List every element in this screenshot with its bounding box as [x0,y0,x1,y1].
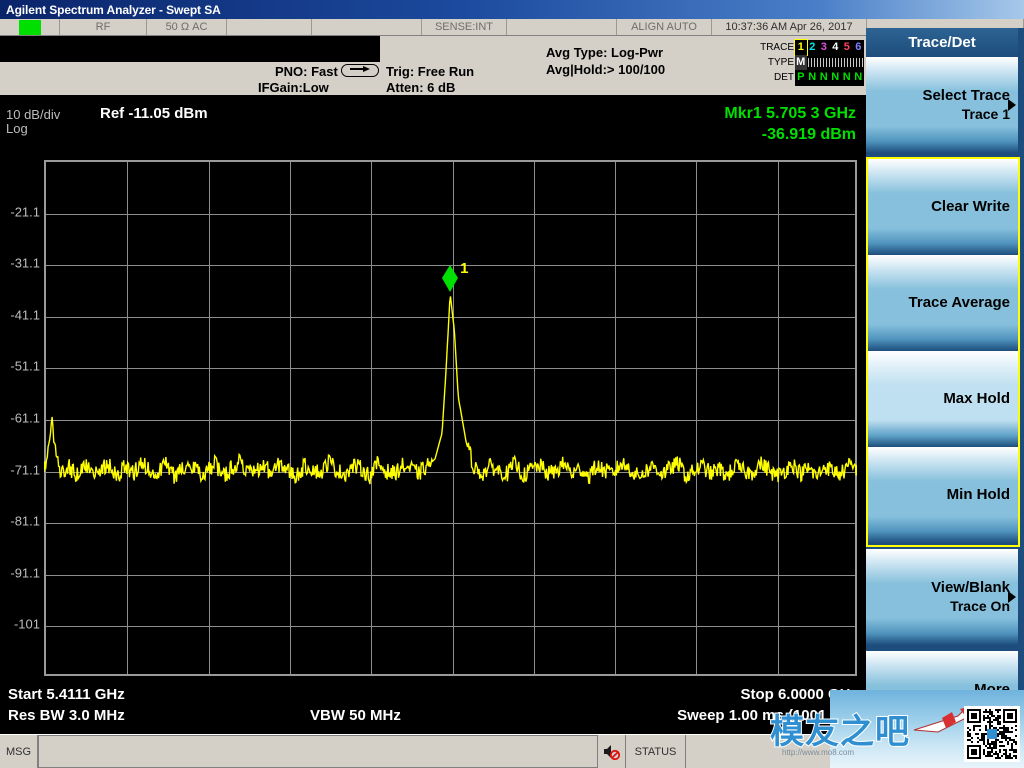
lxi-badge [18,19,41,35]
ifgain-label: IFGain:Low [258,80,329,95]
type-waveform-icon [807,58,864,67]
trace-cell-1[interactable]: 1 [794,39,808,56]
pno-label: PNO: Fast [275,64,338,79]
status-cell-rf: RF [60,19,147,35]
status-cell-datetime: 10:37:36 AM Apr 26, 2017 [712,19,867,35]
y-axis-tick-label: -21.1 [10,204,40,220]
status-cell-impedance: 50 Ω AC [147,19,227,35]
softkey-select-trace-value: Trace 1 [961,106,1010,122]
det-cell-3: N [819,71,828,83]
trace-cell-3[interactable]: 3 [818,40,830,55]
annunciator-panel: PNO: Fast IFGain:Low Trig: Free Run Atte… [0,36,866,95]
y-axis-tick-label: -31.1 [10,255,40,271]
status-field [686,735,866,768]
chevron-right-icon [1008,99,1016,111]
softkey-trace-average[interactable]: Trace Average [866,255,1018,351]
message-bar: MSG STATUS [0,734,866,768]
status-cell-sense: SENSE:INT [422,19,507,35]
trace-det-row: P N N N N N [795,70,864,85]
y-axis-tick-label: -41.1 [10,307,40,323]
scale-per-div-label: 10 dB/div [6,107,61,122]
softkey-min-hold-label: Min Hold [946,486,1010,503]
det-cell-5: N [842,71,851,83]
stop-freq-label: Stop 6.0000 GHz [740,686,858,703]
y-axis-tick-label: -61.1 [10,410,40,426]
softkey-view-blank-value: Trace On [950,598,1010,614]
softkey-select-trace-label: Select Trace [922,87,1010,104]
atten-label: Atten: 6 dB [386,80,456,95]
lxi-cell [0,19,60,35]
marker-freq-readout: Mkr1 5.705 3 GHz [724,105,856,122]
annunciator-blank-box [0,36,380,62]
marker-ampl-readout: -36.919 dBm [761,126,856,143]
trace-table-row-labels: TRACE TYPE DET [760,40,794,85]
speaker-muted-icon[interactable] [598,735,626,768]
softkey-more[interactable]: More 1 of 3 [866,651,1018,747]
arrow-right-icon [341,64,379,77]
type-cell-1: M [795,55,807,70]
status-cell-4 [227,19,312,35]
trace-row-label: TRACE [760,42,794,53]
marker-readout: Mkr1 5.705 3 GHz -36.919 dBm [724,103,856,145]
det-cell-1: P [797,71,805,83]
softkey-clear-write-label: Clear Write [931,198,1010,215]
speaker-muted-glyph [603,745,620,760]
softkey-select-trace[interactable]: Select Trace Trace 1 [866,57,1018,153]
softkey-max-hold-label: Max Hold [943,390,1010,407]
softkey-clear-write[interactable]: Clear Write [866,159,1018,255]
avg-hold-label: Avg|Hold:> 100/100 [546,62,666,77]
softkey-trace-average-label: Trace Average [908,294,1010,311]
trace-curve [44,296,857,485]
trigger-label: Trig: Free Run [386,64,475,79]
det-cell-4: N [831,71,840,83]
softkey-more-label: More [974,681,1010,698]
window-title-bar: Agilent Spectrum Analyzer - Swept SA [0,0,1024,19]
status-cell-7 [507,19,617,35]
softkey-view-blank-label: View/Blank [931,579,1010,596]
spectrum-display[interactable]: 10 dB/div Log Ref -11.05 dBm Mkr1 5.705 … [0,95,866,682]
trace-cell-6[interactable]: 6 [853,40,865,55]
msg-field[interactable] [38,735,598,768]
trace-status-table[interactable]: 1 2 3 4 5 6 M P N N N N N [794,39,865,86]
det-row-label: DET [774,72,794,83]
status-cell-5 [312,19,422,35]
scale-type-label: Log [6,121,28,136]
y-axis-tick-label: -101 [13,616,40,632]
vbw-label: VBW 50 MHz [310,707,401,724]
trace-cell-5[interactable]: 5 [841,40,853,55]
marker-diamond-icon[interactable] [441,265,459,293]
msg-label: MSG [0,735,38,768]
trace-type-row: M [795,55,864,70]
res-bw-label: Res BW 3.0 MHz [8,707,125,724]
det-cell-6: N [854,71,863,83]
ref-level-label: Ref -11.05 dBm [100,105,208,122]
status-label: STATUS [626,735,686,768]
status-cell-align: ALIGN AUTO [617,19,712,35]
y-axis-tick-label: -81.1 [10,513,40,529]
marker-number-label: 1 [460,260,469,278]
marker-diamond-shape [442,265,459,293]
type-row-label: TYPE [767,57,794,68]
avg-type-label: Avg Type: Log-Pwr [546,45,663,60]
softkey-view-blank[interactable]: View/Blank Trace On [866,549,1018,645]
bottom-annunciators: Start 5.4111 GHz Res BW 3.0 MHz VBW 50 M… [0,682,866,734]
y-axis-tick-label: -91.1 [10,565,40,581]
trace-cell-4[interactable]: 4 [830,40,842,55]
det-cell-2: N [808,71,817,83]
trace-cell-2[interactable]: 2 [807,40,819,55]
sweep-label: Sweep 1.00 ms (1001 pts) [677,707,858,724]
start-freq-label: Start 5.4111 GHz [8,686,125,703]
y-axis-tick-label: -71.1 [10,462,40,478]
softkey-max-hold[interactable]: Max Hold [866,351,1018,447]
softkey-min-hold[interactable]: Min Hold [866,447,1018,543]
y-axis-tick-label: -51.1 [10,358,40,374]
softkey-panel[interactable]: Trace/Det Select Trace Trace 1 Clear Wri… [866,28,1024,768]
trace-1-path [44,296,857,485]
chevron-right-icon [1008,591,1016,603]
trace-number-row: 1 2 3 4 5 6 [794,39,865,56]
softkey-menu-title: Trace/Det [866,28,1018,57]
y-axis-labels: -21.1 -31.1 -41.1 -51.1 -61.1 -71.1 -81.1 -91.1… [0,160,40,676]
softkey-more-page: 1 of 3 [973,700,1010,716]
window-title: Agilent Spectrum Analyzer - Swept SA [6,2,221,17]
